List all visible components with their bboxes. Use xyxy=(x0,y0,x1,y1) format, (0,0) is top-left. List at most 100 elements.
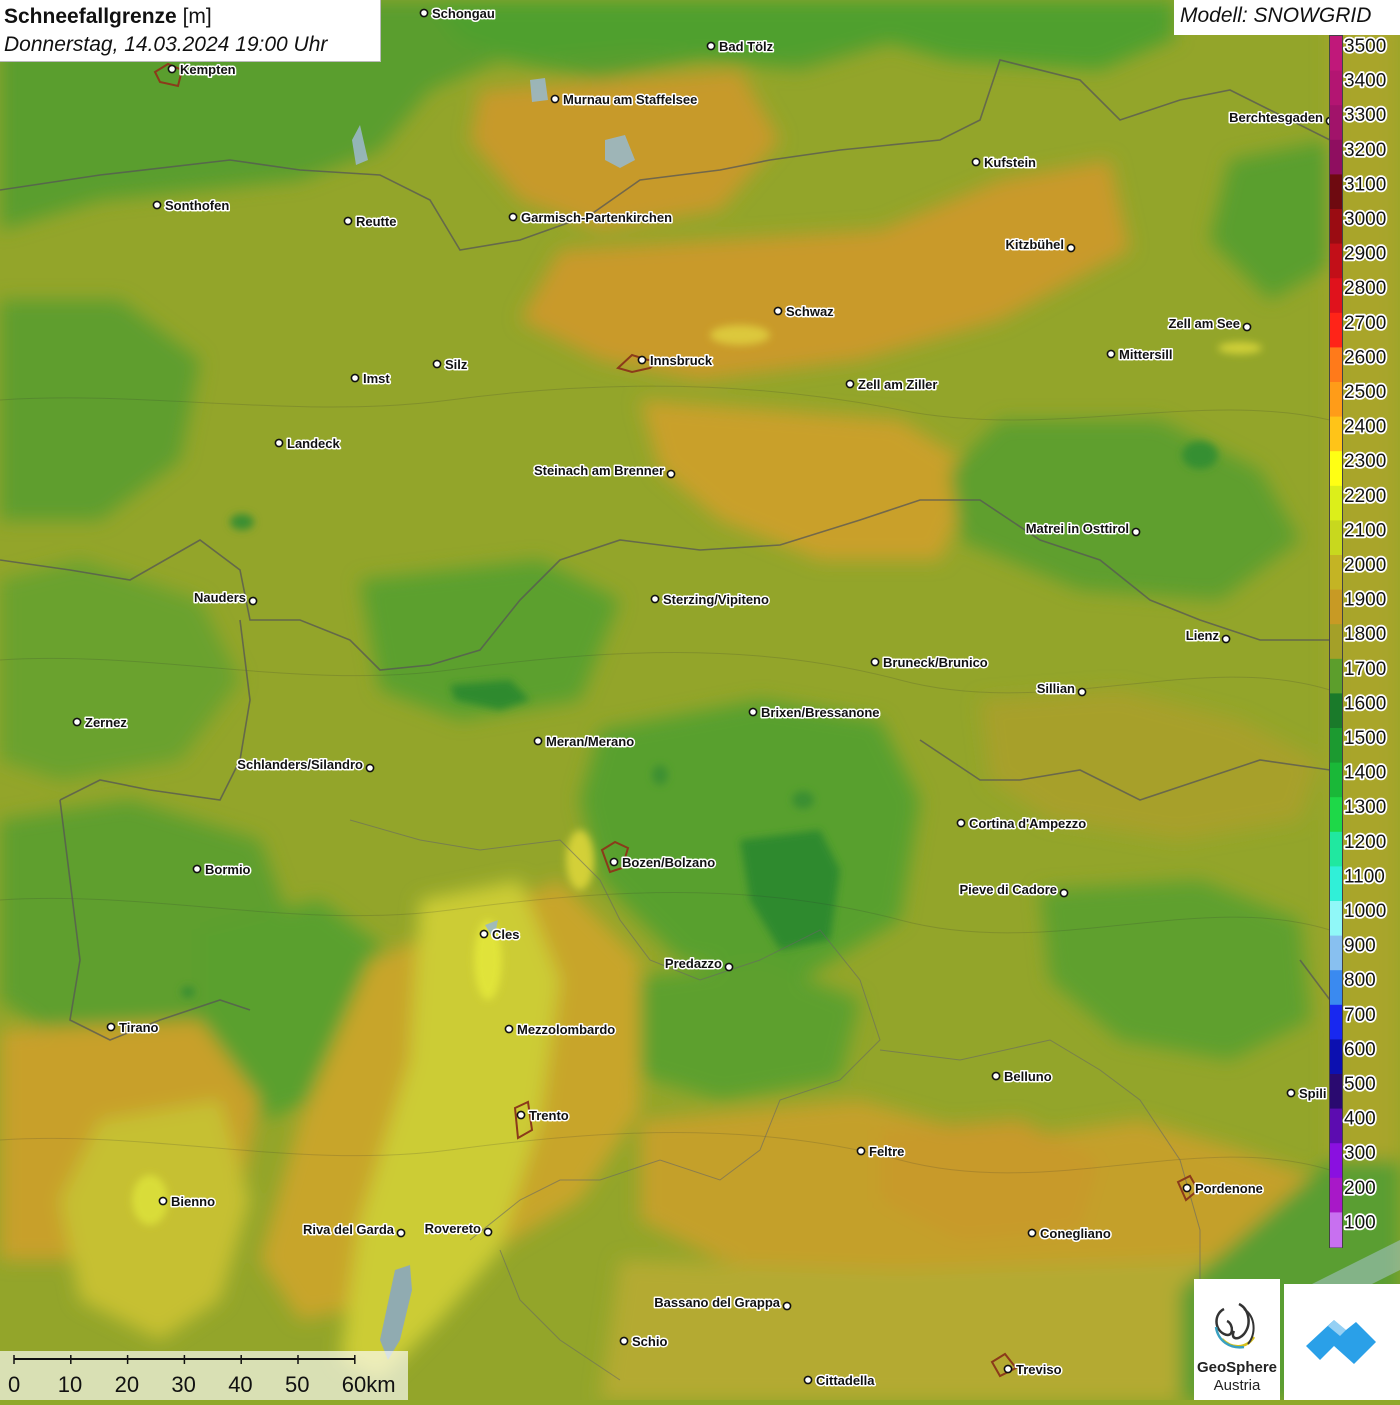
city-dot xyxy=(782,1301,792,1311)
legend-label: 2900 xyxy=(1344,244,1386,265)
model-label: Modell: SNOWGRID xyxy=(1174,0,1400,35)
city-label: Treviso xyxy=(1016,1362,1062,1377)
legend-swatch xyxy=(1330,589,1342,625)
city-dot xyxy=(1027,1228,1037,1238)
city-dot xyxy=(637,355,647,365)
city-label: Trento xyxy=(529,1108,569,1123)
legend-swatch xyxy=(1330,209,1342,245)
city-label: Sterzing/Vipiteno xyxy=(663,592,769,607)
legend-swatch xyxy=(1330,485,1342,521)
legend-label: 2300 xyxy=(1344,451,1386,472)
city-dot xyxy=(856,1146,866,1156)
city-label: Rovereto xyxy=(425,1221,481,1236)
city-marker: Schongau xyxy=(419,5,496,23)
city-dot xyxy=(1131,527,1141,537)
city-dot xyxy=(971,157,981,167)
city-label: Schlanders/Silandro xyxy=(237,757,363,772)
legend-label: 1700 xyxy=(1344,659,1386,680)
city-marker: Riva del Garda xyxy=(301,1221,406,1239)
city-dot xyxy=(748,707,758,717)
city-label: Cortina d'Ampezzo xyxy=(969,816,1086,831)
legend-swatch xyxy=(1330,312,1342,348)
city-label: Bormio xyxy=(205,862,251,877)
city-marker: Berchtesgaden xyxy=(1228,109,1335,127)
scale-tick-label: 20 xyxy=(115,1372,139,1397)
city-label: Brixen/Bressanone xyxy=(761,705,880,720)
scale-bar-graphic: 0 10 20 30 40 50 60km xyxy=(8,1355,396,1397)
scale-tick-label: 0 xyxy=(8,1372,20,1397)
city-label: Predazzo xyxy=(665,956,722,971)
city-marker: Brixen/Bressanone xyxy=(748,704,881,722)
legend-swatch xyxy=(1330,658,1342,694)
legend-label: 2100 xyxy=(1344,520,1386,541)
city-label: Landeck xyxy=(287,436,341,451)
city-dot xyxy=(1059,888,1069,898)
city-label: Tirano xyxy=(119,1020,159,1035)
city-dot xyxy=(167,64,177,74)
city-dot xyxy=(72,717,82,727)
legend-label: 2500 xyxy=(1344,382,1386,403)
city-dot xyxy=(152,200,162,210)
city-label: Pordenone xyxy=(1195,1181,1263,1196)
city-dot xyxy=(248,596,258,606)
city-dot xyxy=(432,359,442,369)
city-label: Bruneck/Brunico xyxy=(883,655,988,670)
scale-bar: 0 10 20 30 40 50 60km xyxy=(0,1351,408,1400)
legend-label: 500 xyxy=(1344,1074,1376,1095)
city-label: Schio xyxy=(632,1334,667,1349)
legend-swatch xyxy=(1330,762,1342,798)
legend-swatch xyxy=(1330,36,1342,72)
geosphere-logo-line2: Austria xyxy=(1213,1377,1261,1394)
scale-ticks: 0 10 20 30 40 50 60km xyxy=(8,1355,396,1397)
city-dot xyxy=(479,929,489,939)
legend-label: 900 xyxy=(1344,936,1376,957)
city-marker: Matrei in Osttirol xyxy=(1024,520,1141,538)
city-dot xyxy=(483,1227,493,1237)
city-marker: Cortina d'Ampezzo xyxy=(956,815,1088,833)
city-dot xyxy=(609,857,619,867)
city-marker: Meran/Merano xyxy=(533,733,636,751)
city-label: Nauders xyxy=(194,590,246,605)
city-dot xyxy=(803,1375,813,1385)
city-dot xyxy=(1003,1364,1013,1374)
legend-label: 3400 xyxy=(1344,71,1386,92)
geosphere-logo[interactable]: GeoSphere Austria xyxy=(1194,1279,1280,1400)
city-label: Imst xyxy=(363,371,390,386)
legend-swatch xyxy=(1330,624,1342,660)
legend-swatch xyxy=(1330,1177,1342,1213)
city-dot xyxy=(516,1110,526,1120)
scale-tick-label: 50 xyxy=(285,1372,309,1397)
city-dot xyxy=(1242,322,1252,332)
city-dot xyxy=(845,379,855,389)
mountain-logo-icon xyxy=(1306,1320,1376,1364)
city-label: Kufstein xyxy=(984,155,1036,170)
city-label: Mezzolombardo xyxy=(517,1022,615,1037)
legend-swatch xyxy=(1330,693,1342,729)
scale-tick-label: 40 xyxy=(228,1372,252,1397)
city-label: Lienz xyxy=(1186,628,1220,643)
city-dot xyxy=(365,763,375,773)
scale-tick-label: 60km xyxy=(342,1372,396,1397)
city-dot xyxy=(1066,243,1076,253)
legend-swatch xyxy=(1330,935,1342,971)
map-title: Schneefallgrenze [m] xyxy=(4,3,380,31)
city-label: Pieve di Cadore xyxy=(959,882,1057,897)
city-marker: Schlanders/Silandro xyxy=(236,756,375,774)
legend-label: 2400 xyxy=(1344,417,1386,438)
city-dot xyxy=(1106,349,1116,359)
legend-label: 1500 xyxy=(1344,728,1386,749)
city-dot xyxy=(504,1024,514,1034)
city-marker: Cittadella xyxy=(803,1372,877,1390)
legend-swatch xyxy=(1330,728,1342,764)
legend-label: 1300 xyxy=(1344,797,1386,818)
legend-label: 600 xyxy=(1344,1039,1376,1060)
city-marker: Sterzing/Vipiteno xyxy=(650,591,770,609)
city-label: Feltre xyxy=(869,1144,904,1159)
legend-swatch xyxy=(1330,451,1342,487)
city-label: Zell am Ziller xyxy=(858,377,937,392)
weather-app-logo[interactable] xyxy=(1284,1284,1400,1400)
city-dot xyxy=(666,469,676,479)
city-label: Bad Tölz xyxy=(719,39,774,54)
city-marker: Zell am See xyxy=(1167,315,1252,333)
city-dot xyxy=(192,864,202,874)
